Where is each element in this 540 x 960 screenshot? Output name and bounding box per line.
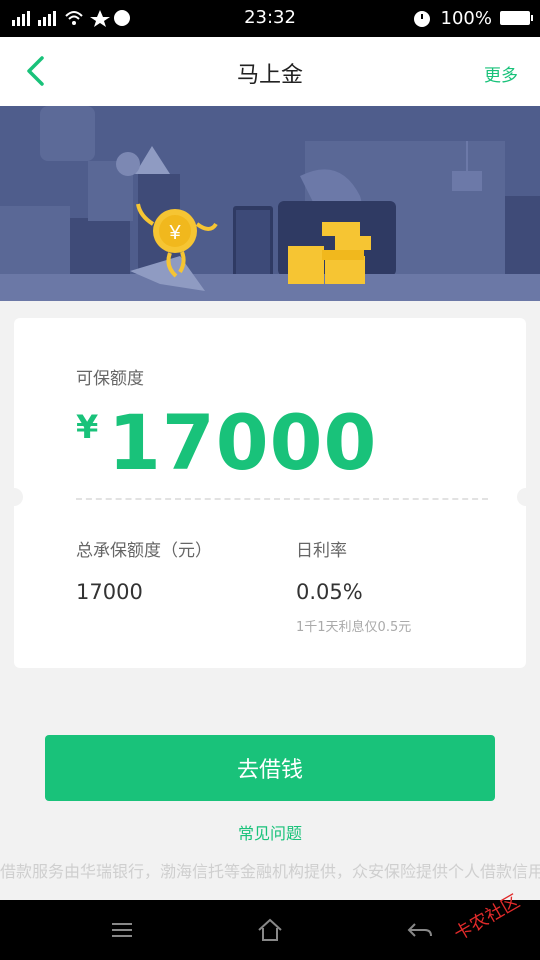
total-quota-value: 17000 bbox=[76, 580, 143, 604]
status-bar: 23:32 100% bbox=[0, 0, 540, 37]
daily-rate-label: 日利率 bbox=[296, 541, 347, 561]
status-icons-right: 100% bbox=[411, 7, 533, 29]
nav-bar: 马上金 更多 bbox=[0, 37, 540, 106]
more-button[interactable]: 更多 bbox=[484, 61, 518, 86]
alarm-icon bbox=[413, 11, 430, 27]
dashed-divider bbox=[76, 498, 488, 500]
available-amount: 17000 bbox=[108, 398, 378, 487]
daily-rate-value: 0.05% bbox=[296, 580, 363, 604]
banner-illustration: ¥ bbox=[0, 106, 540, 301]
home-icon[interactable] bbox=[256, 916, 284, 944]
faq-link[interactable]: 常见问题 bbox=[0, 820, 540, 844]
borrow-button[interactable]: 去借钱 bbox=[45, 735, 495, 801]
page-title: 马上金 bbox=[236, 63, 303, 88]
back-icon[interactable] bbox=[405, 916, 433, 944]
daily-rate-note: 1千1天利息仅0.5元 bbox=[296, 620, 412, 635]
quota-card: 可保额度 ¥ 17000 总承保额度（元） 17000 日利率 0.05% 1千… bbox=[5, 318, 535, 668]
card-notch-left bbox=[5, 488, 23, 506]
menu-icon[interactable] bbox=[108, 916, 136, 944]
available-quota-label: 可保额度 bbox=[76, 369, 144, 389]
total-quota-label: 总承保额度（元） bbox=[76, 541, 212, 561]
currency-symbol: ¥ bbox=[76, 408, 99, 446]
battery-percent: 100% bbox=[440, 7, 492, 29]
svg-text:¥: ¥ bbox=[168, 222, 181, 244]
card-notch-right bbox=[517, 488, 535, 506]
service-disclaimer: 借款服务由华瑞银行，渤海信托等金融机构提供，众安保险提供个人借款信用保险服务 bbox=[0, 862, 540, 881]
banner-art: ¥ bbox=[0, 106, 540, 301]
battery-icon bbox=[500, 11, 533, 25]
